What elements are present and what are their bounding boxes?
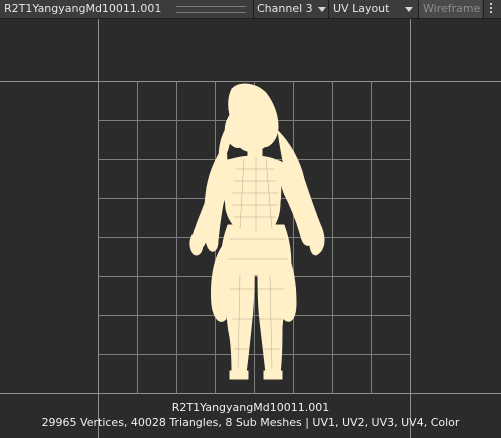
- mesh-preview-viewport[interactable]: R2T1YangyangMd10011.001 29965 Vertices, …: [0, 19, 501, 438]
- view-mode-dropdown[interactable]: UV Layout: [333, 0, 417, 18]
- wireframe-toggle[interactable]: Wireframe: [419, 0, 482, 18]
- toolbar: R2T1YangyangMd10011.001 Channel 3 UV Lay…: [0, 0, 501, 19]
- channel-dropdown-label: Channel 3: [257, 2, 313, 15]
- chevron-down-icon: [405, 7, 413, 12]
- mesh-stats-caption: 29965 Vertices, 40028 Triangles, 8 Sub M…: [41, 416, 460, 429]
- mesh-title: R2T1YangyangMd10011.001: [4, 2, 162, 15]
- toolbar-separator: [483, 0, 484, 18]
- kebab-menu-icon[interactable]: [487, 3, 495, 15]
- title-grip: [176, 6, 246, 13]
- toolbar-separator: [328, 0, 329, 18]
- toolbar-separator: [253, 0, 254, 18]
- mesh-wireframe-silhouette: [189, 83, 325, 380]
- channel-dropdown[interactable]: Channel 3: [257, 0, 327, 18]
- mesh-name-caption: R2T1YangyangMd10011.001: [171, 401, 330, 414]
- view-mode-dropdown-label: UV Layout: [333, 2, 390, 15]
- chevron-down-icon: [318, 7, 326, 12]
